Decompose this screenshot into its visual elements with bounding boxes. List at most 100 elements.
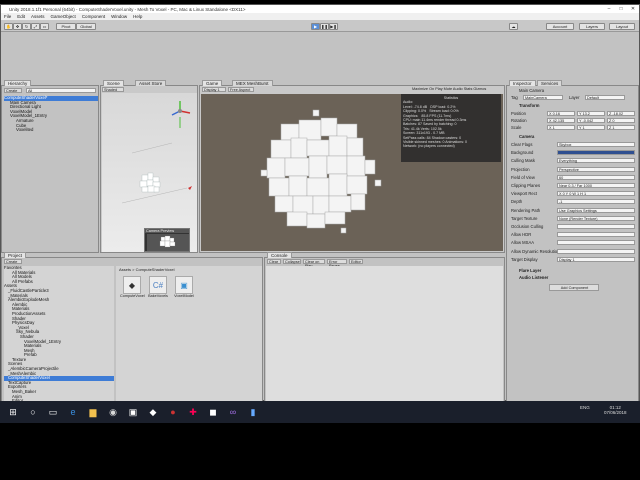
camera-prop-value[interactable]: Use Graphics Settings — [557, 207, 635, 213]
chrome-icon[interactable]: ◉ — [106, 405, 120, 419]
app-icon[interactable]: ✚ — [186, 405, 200, 419]
camera-prop-value[interactable]: Perspective — [557, 166, 635, 172]
shaded-dropdown[interactable]: Shaded — [102, 87, 124, 92]
maximize-icon[interactable]: □ — [615, 5, 627, 13]
project-asset[interactable]: C# BakeVoxels — [146, 276, 170, 306]
tag-dropdown[interactable]: MainCamera — [523, 95, 563, 100]
close-icon[interactable]: ✕ — [627, 5, 639, 13]
scl-field[interactable]: X 1 — [547, 125, 575, 130]
camera-prop-value[interactable]: Skybox — [557, 142, 635, 147]
scl-field[interactable]: Y 1 — [577, 125, 605, 130]
breadcrumb[interactable]: Assets > ComputeShaderVoxel — [116, 266, 262, 273]
clock[interactable]: 01:12 07/06/2018 — [604, 405, 627, 415]
tab-scene[interactable]: Scene — [103, 80, 124, 86]
game-toolbar-options[interactable]: Maximize On Play Mute Audio Stats Gizmos — [412, 87, 486, 91]
camera-prop-value[interactable]: Near 0.3 / Far 1000 — [557, 183, 635, 188]
camera-prop-value[interactable] — [557, 248, 635, 254]
scene-viewport[interactable]: Camera Preview — [102, 93, 197, 252]
menu-item[interactable]: Window — [111, 14, 127, 19]
rotate-tool-icon[interactable]: ↻ — [22, 23, 31, 30]
menu-item[interactable]: GameObject — [51, 14, 76, 19]
task-view-icon[interactable]: ▭ — [46, 405, 60, 419]
minimize-icon[interactable]: – — [603, 5, 615, 13]
account-dropdown[interactable]: Account — [546, 23, 574, 30]
app-icon[interactable]: ◼ — [206, 405, 220, 419]
camera-prop-value[interactable]: X 0 Y 0 W 1 H 1 — [557, 191, 635, 197]
rect-tool-icon[interactable]: ▭ — [40, 23, 49, 30]
pause-button[interactable]: ❚❚ — [320, 23, 329, 30]
rot-field[interactable]: X 42.135 — [547, 118, 575, 123]
display-dropdown[interactable]: Display 1 — [202, 87, 226, 92]
app-icon[interactable]: ▮ — [246, 405, 260, 419]
layers-dropdown[interactable]: Layers — [579, 23, 605, 30]
pos-field[interactable]: X 0.16 — [547, 111, 575, 116]
pivot-button[interactable]: Pivot — [56, 23, 76, 30]
camera-prop-value[interactable]: None (Render Texture) — [557, 215, 635, 221]
windows-start-icon[interactable]: ⊞ — [6, 405, 20, 419]
tab-project[interactable]: Project — [4, 252, 27, 258]
search-icon[interactable]: ○ — [26, 405, 40, 419]
camera-prop-value[interactable]: -1 — [557, 199, 635, 205]
scl-field[interactable]: Z 1 — [607, 125, 635, 130]
console-collapse-button[interactable]: Collapse — [283, 259, 301, 264]
gameobject-name[interactable]: Main Camera — [519, 88, 544, 93]
menu-item[interactable]: Edit — [17, 14, 25, 19]
camera-header[interactable]: Camera — [519, 134, 534, 139]
rot-field[interactable]: Y -0.042 — [577, 118, 605, 123]
layout-dropdown[interactable]: Layout — [609, 23, 635, 30]
pos-field[interactable]: Z -18.02 — [607, 111, 635, 116]
tab-services[interactable]: Services — [537, 80, 563, 86]
menu-item[interactable]: Component — [82, 14, 105, 19]
edge-icon[interactable]: e — [66, 405, 80, 419]
tab-meshburst[interactable]: MEX MeshBurst — [232, 80, 273, 86]
camera-prop-value[interactable] — [557, 224, 635, 229]
camera-prop-value[interactable]: Display 1 — [557, 256, 635, 262]
console-error-pause-button[interactable]: Error Pause — [327, 259, 347, 268]
menu-item[interactable]: Assets — [31, 14, 45, 19]
console-editor-button[interactable]: Editor — [349, 259, 363, 264]
camera-prop-value[interactable] — [557, 232, 635, 238]
project-create-button[interactable]: Create — [4, 259, 22, 264]
explorer-icon[interactable]: ▆ — [86, 405, 100, 419]
audio-listener-header[interactable]: Audio Listener — [519, 275, 548, 280]
unity-icon[interactable]: ◆ — [146, 405, 160, 419]
stats-clipping: Clipping: 0.0% — [403, 109, 427, 114]
hierarchy-search-input[interactable]: All — [26, 88, 96, 93]
camera-prop-value[interactable] — [557, 240, 635, 246]
tab-inspector[interactable]: Inspector — [509, 80, 536, 86]
tab-asset-store[interactable]: Asset Store — [135, 80, 167, 86]
tab-hierarchy[interactable]: Hierarchy — [4, 80, 32, 86]
camera-prop-value[interactable]: 60 — [557, 174, 635, 180]
project-asset[interactable]: ◆ ComputeVoxel — [120, 276, 145, 306]
hierarchy-create-button[interactable]: Create — [4, 88, 22, 93]
hierarchy-item[interactable]: Voxelited — [4, 128, 98, 133]
console-clear-on-play-button[interactable]: Clear on Play — [303, 259, 325, 268]
console-clear-button[interactable]: Clear — [267, 259, 281, 264]
store-icon[interactable]: ▣ — [126, 405, 140, 419]
visual-studio-icon[interactable]: ∞ — [226, 405, 240, 419]
app-icon[interactable]: ● — [166, 405, 180, 419]
language-indicator[interactable]: ENG — [580, 405, 590, 410]
transform-header[interactable]: Transform — [519, 103, 539, 108]
layer-dropdown[interactable]: Default — [585, 95, 625, 100]
scale-tool-icon[interactable]: ⤢ — [31, 23, 40, 30]
camera-prop-value[interactable] — [557, 150, 635, 156]
hand-tool-icon[interactable]: ✋ — [4, 23, 13, 30]
step-button[interactable]: ▶❚ — [329, 23, 338, 30]
add-component-button[interactable]: Add Component — [549, 284, 599, 291]
flare-layer-header[interactable]: Flare Layer — [519, 268, 541, 273]
project-asset[interactable]: ▣ VoxelModel — [172, 276, 196, 306]
play-button[interactable]: ▶ — [311, 23, 320, 30]
menu-item[interactable]: Help — [133, 14, 142, 19]
camera-prop-label: Viewport Rect — [511, 191, 537, 197]
aspect-dropdown[interactable]: Free Aspect — [228, 87, 254, 92]
camera-prop-value[interactable]: Everything — [557, 158, 635, 164]
menu-item[interactable]: File — [4, 14, 11, 19]
pos-field[interactable]: Y 13.2 — [577, 111, 605, 116]
collab-cloud-icon[interactable]: ☁ — [509, 23, 518, 30]
tab-console[interactable]: Console — [267, 252, 292, 258]
move-tool-icon[interactable]: ✥ — [13, 23, 22, 30]
rot-field[interactable]: Z 0 — [607, 118, 635, 123]
tab-game[interactable]: Game — [202, 80, 223, 86]
global-button[interactable]: Global — [76, 23, 96, 30]
